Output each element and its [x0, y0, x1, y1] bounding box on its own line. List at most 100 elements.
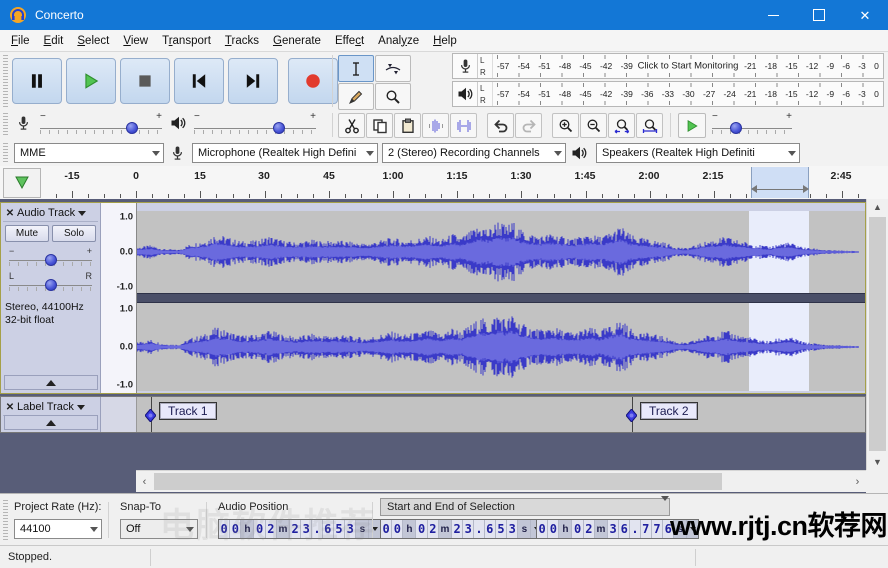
zoom-out-button[interactable]	[580, 113, 607, 138]
edit-toolbar	[338, 113, 664, 138]
vertical-scroll-thumb[interactable]	[869, 217, 886, 451]
scroll-down-icon[interactable]: ▼	[867, 454, 888, 470]
pause-icon	[28, 72, 46, 90]
copy-button[interactable]	[366, 113, 393, 138]
redo-button[interactable]	[515, 113, 542, 138]
collapse-track-button[interactable]	[4, 375, 98, 390]
solo-button[interactable]: Solo	[52, 225, 96, 242]
menu-analyze[interactable]: Analyze	[371, 32, 426, 50]
waveform-channel-left[interactable]	[137, 211, 865, 293]
skip-end-icon	[244, 72, 262, 90]
timeline-selection[interactable]	[751, 167, 809, 198]
horizontal-scrollbar[interactable]: ‹ ›	[136, 470, 866, 492]
selection-range-mode-select[interactable]: Start and End of Selection	[380, 498, 670, 516]
close-button[interactable]: ✕	[842, 0, 888, 30]
audio-track-title[interactable]: Audio Track	[17, 207, 98, 219]
meter-monitoring-hint[interactable]: Click to Start Monitoring	[635, 61, 742, 72]
play-at-speed-button[interactable]	[678, 113, 706, 138]
recording-meter[interactable]: LR -57-54-51-48-45-42-39-36-33-30-27-24-…	[452, 53, 884, 79]
horizontal-scroll-thumb[interactable]	[154, 473, 722, 490]
project-rate-label: Project Rate (Hz):	[14, 501, 101, 513]
play-button[interactable]	[66, 58, 116, 104]
selection-start-field[interactable]: 00h02m23.653s	[380, 519, 543, 539]
play-speed-slider[interactable]: −+	[712, 111, 792, 136]
status-bar: Stopped.	[0, 545, 888, 568]
ruler-label: 1:15	[446, 170, 467, 182]
site-watermark: www.rjtj.cn软荐网	[670, 504, 887, 543]
track-menu-arrow-icon	[77, 405, 85, 410]
trim-button[interactable]	[422, 113, 449, 138]
menu-view[interactable]: View	[116, 32, 155, 50]
selection-tool-button[interactable]	[338, 55, 374, 82]
record-button[interactable]	[288, 58, 338, 104]
close-track-icon[interactable]: ✕	[3, 208, 17, 219]
undo-button[interactable]	[487, 113, 514, 138]
transport-grabber[interactable]	[3, 55, 8, 107]
scroll-left-icon[interactable]: ‹	[136, 471, 153, 492]
zoom-in-button[interactable]	[552, 113, 579, 138]
label-track-spacer	[101, 397, 137, 432]
skip-end-button[interactable]	[228, 58, 278, 104]
label-track-title[interactable]: Label Track	[17, 401, 98, 413]
skip-start-button[interactable]	[174, 58, 224, 104]
gain-slider[interactable]: −+	[9, 246, 92, 267]
draw-tool-button[interactable]	[338, 83, 374, 110]
collapse-track-button[interactable]	[4, 415, 98, 430]
track-label[interactable]: Track 2	[640, 402, 698, 420]
record-volume-slider[interactable]: −+	[40, 111, 162, 136]
paste-button[interactable]	[394, 113, 421, 138]
recording-device-select[interactable]: Microphone (Realtek High Defini	[192, 143, 378, 163]
stop-button[interactable]	[120, 58, 170, 104]
label-track-control-panel: ✕ Label Track	[1, 397, 101, 432]
menu-transport[interactable]: Transport	[155, 32, 218, 50]
playback-meter[interactable]: LR -57-54-51-48-45-42-39-36-33-30-27-24-…	[452, 81, 884, 107]
transport-toolbar	[12, 58, 342, 104]
playback-device-select[interactable]: Speakers (Realtek High Definiti	[596, 143, 800, 163]
menu-effect[interactable]: Effect	[328, 32, 371, 50]
menu-help[interactable]: Help	[426, 32, 464, 50]
track-format-line2: 32-bit float	[5, 314, 100, 327]
ruler-label: 2:15	[702, 170, 723, 182]
vertical-scrollbar[interactable]: ▲ ▼	[866, 199, 888, 470]
play-at-speed-icon	[685, 119, 699, 133]
label-track-content[interactable]: Track 1 Track 2	[137, 397, 865, 432]
pan-slider[interactable]: LR	[9, 271, 92, 292]
track-label[interactable]: Track 1	[159, 402, 217, 420]
menu-edit[interactable]: Edit	[37, 32, 71, 50]
meter-channel-l: L	[480, 56, 492, 65]
timeline-ruler[interactable]: -1501530451:001:151:301:452:002:152:302:…	[0, 166, 888, 200]
menu-generate[interactable]: Generate	[266, 32, 328, 50]
vertical-scale-ruler[interactable]: 1.00.0-1.01.00.0-1.0	[101, 203, 137, 393]
silence-button[interactable]	[450, 113, 477, 138]
waveform-channel-right[interactable]	[137, 303, 865, 391]
zoom-fit-button[interactable]	[636, 113, 663, 138]
waveform-area[interactable]	[137, 203, 865, 393]
audio-host-select[interactable]: MME	[14, 143, 164, 163]
scroll-up-icon[interactable]: ▲	[867, 199, 888, 215]
envelope-tool-button[interactable]	[375, 55, 411, 82]
project-rate-select[interactable]: 44100	[14, 519, 102, 539]
recording-meter-scale: -57-54-51-48-45-42-39-36-33-30-27-24-21-…	[493, 54, 883, 78]
meter-channel-r: R	[480, 68, 492, 77]
mute-button[interactable]: Mute	[5, 225, 49, 242]
menu-select[interactable]: Select	[70, 32, 116, 50]
close-track-icon[interactable]: ✕	[3, 402, 17, 413]
playback-volume-slider[interactable]: −+	[194, 111, 316, 136]
device-toolbar: MME Microphone (Realtek High Defini 2 (S…	[0, 140, 888, 167]
zoom-tool-button[interactable]	[375, 83, 411, 110]
pinned-play-head-button[interactable]	[3, 168, 41, 198]
maximize-button[interactable]	[796, 0, 842, 30]
chevron-down-icon	[785, 151, 799, 156]
menu-file[interactable]: File	[4, 32, 37, 50]
pause-button[interactable]	[12, 58, 62, 104]
zoom-sel-button[interactable]	[608, 113, 635, 138]
label-marker-icon[interactable]	[626, 409, 637, 422]
scroll-right-icon[interactable]: ›	[849, 471, 866, 492]
record-icon	[304, 72, 322, 90]
minimize-button[interactable]	[750, 0, 796, 30]
time-ruler-scale[interactable]: -1501530451:001:151:301:452:002:152:302:…	[42, 166, 888, 199]
recording-channels-select[interactable]: 2 (Stereo) Recording Channels	[382, 143, 566, 163]
menu-tracks[interactable]: Tracks	[218, 32, 266, 50]
label-marker-icon[interactable]	[145, 409, 156, 422]
cut-button[interactable]	[338, 113, 365, 138]
